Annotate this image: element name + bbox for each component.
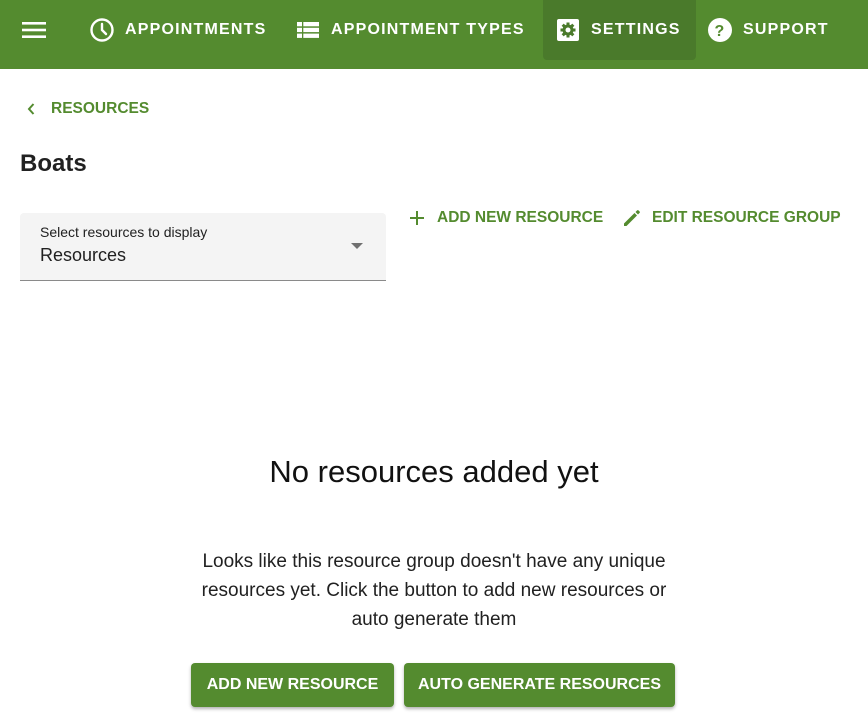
- chevron-left-icon: [22, 99, 40, 119]
- nav-support[interactable]: ? SUPPORT: [707, 0, 829, 60]
- hamburger-menu-icon: [22, 22, 46, 38]
- nav-appointment-types-label: APPOINTMENT TYPES: [331, 21, 525, 38]
- nav-settings[interactable]: SETTINGS: [543, 0, 696, 60]
- nav-appointments-label: APPOINTMENTS: [125, 21, 267, 38]
- page-title: Boats: [20, 150, 87, 177]
- add-new-resource-label: ADD NEW RESOURCE: [437, 209, 604, 226]
- edit-resource-group-button[interactable]: EDIT RESOURCE GROUP: [621, 203, 841, 233]
- add-new-resource-button[interactable]: ADD NEW RESOURCE: [406, 203, 603, 233]
- gear-icon: [555, 17, 581, 43]
- select-label: Select resources to display: [40, 224, 208, 240]
- list-icon: [295, 17, 321, 43]
- empty-state-title: No resources added yet: [269, 454, 599, 489]
- empty-state-description: Looks like this resource group doesn't h…: [201, 551, 667, 630]
- menu-button[interactable]: [20, 17, 48, 43]
- svg-text:?: ?: [715, 23, 726, 40]
- nav-support-label: SUPPORT: [743, 21, 829, 38]
- help-circle-icon: ?: [707, 17, 733, 43]
- dropdown-arrow-icon: [351, 243, 363, 249]
- back-link-label: RESOURCES: [51, 100, 150, 117]
- clock-icon: [89, 17, 115, 43]
- back-to-resources-link[interactable]: RESOURCES: [22, 99, 149, 119]
- resources-display-select[interactable]: Select resources to display Resources: [20, 213, 386, 281]
- nav-settings-label: SETTINGS: [591, 21, 681, 38]
- plus-icon: [406, 207, 428, 229]
- auto-generate-resources-button[interactable]: AUTO GENERATE RESOURCES: [404, 663, 675, 707]
- top-navigation-bar: APPOINTMENTS APPOINTMENT TYPES SETTINGS …: [0, 0, 868, 69]
- select-value: Resources: [40, 245, 127, 265]
- pencil-icon: [621, 207, 643, 229]
- edit-resource-group-label: EDIT RESOURCE GROUP: [652, 209, 841, 226]
- nav-appointment-types[interactable]: APPOINTMENT TYPES: [295, 0, 525, 60]
- add-new-resource-primary-button[interactable]: ADD NEW RESOURCE: [191, 663, 394, 707]
- nav-appointments[interactable]: APPOINTMENTS: [89, 0, 267, 60]
